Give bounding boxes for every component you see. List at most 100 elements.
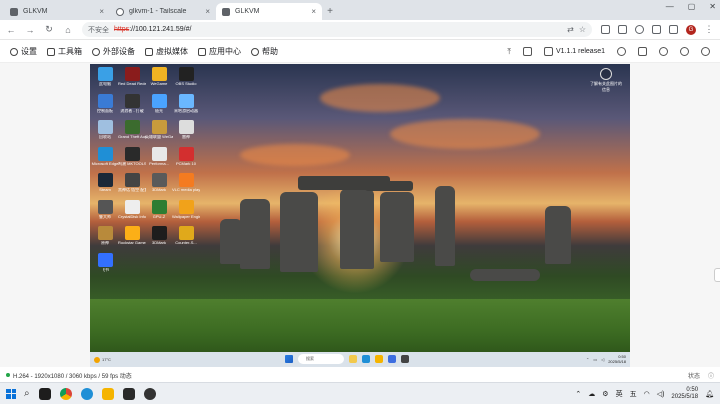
remote-taskbar-app-icon[interactable] [388,355,396,363]
desktop-icon[interactable]: CrystalDisk Info [118,199,146,219]
tray-arrow-icon[interactable]: ⌃ [586,357,589,362]
desktop-icon[interactable]: Performa... [146,146,172,166]
desktop-icon[interactable]: VLC media player [172,173,200,192]
desktop-icon[interactable]: 流浪者 - 打破 [119,93,145,113]
volume-icon[interactable]: ◁ [601,357,604,362]
desktop-icon[interactable]: Steam [92,173,118,192]
search-icon[interactable]: ⌕ [24,388,30,399]
desktop-icon[interactable]: Microsoft Edge [92,146,118,166]
globe-icon[interactable] [680,47,689,56]
menu-settings[interactable]: 设置 [10,46,37,57]
desktop-icon[interactable]: 此电脑 [92,67,118,86]
file-explorer-icon[interactable] [101,387,114,400]
remote-clock[interactable]: 0:50 2025/5/18 [608,354,626,364]
windows-start-icon[interactable] [285,355,293,363]
desktop-icon[interactable]: 黑神话 悟空 配置工具 [118,173,146,192]
remote-taskbar-app-icon[interactable] [401,355,409,363]
settings-icon[interactable]: ⚙ [602,390,608,398]
tab-glkvm-active[interactable]: GLKVM × [216,3,322,20]
desktop-icon[interactable]: 英雄联盟 WeGame版 [145,120,173,139]
close-window-button[interactable]: ✕ [709,2,716,11]
tab-glkvm-1[interactable]: GLKVM × [4,3,110,20]
local-clock[interactable]: 0:50 2025/5/18 [671,387,698,401]
upload-icon[interactable]: ⤒ [507,47,511,57]
bookmark-star-icon[interactable]: ☆ [579,25,586,34]
tab-close-icon[interactable]: × [99,7,104,16]
menu-app-center[interactable]: 应用中心 [198,46,241,57]
sidebar-icon[interactable] [669,25,678,34]
screenshot-icon[interactable] [638,47,647,56]
desktop-icon[interactable]: 3DMark [146,226,172,245]
windows-start-icon[interactable] [6,388,16,399]
desktop-icon[interactable]: 鲁大师 [92,199,118,219]
forward-button[interactable]: → [25,25,35,35]
profile-avatar[interactable]: G [686,24,696,35]
desktop-icon[interactable]: Wallpaper Engine [172,199,200,219]
desktop-icon[interactable]: 3DMark [146,173,172,192]
notification-bell-icon[interactable]: 🔔︎ [705,390,714,398]
learn-about-picture[interactable]: 了解有关此图片的信息 [590,68,622,93]
desktop-icon[interactable]: 雷神 [173,120,199,139]
desktop-icon[interactable]: GPU-Z [146,199,172,219]
file-explorer-icon[interactable] [375,355,383,363]
desktop-icon[interactable]: 回收站 [92,120,118,139]
minimize-button[interactable]: — [666,2,674,11]
tab-close-icon[interactable]: × [311,7,316,16]
cloud-icon[interactable]: ☁ [588,390,595,398]
wifi-icon[interactable]: ◠ [644,390,650,398]
desktop-icon[interactable]: 米哈游启动器 [173,93,199,113]
desktop-icon[interactable]: 控制面板 [92,93,118,113]
menu-toolbox[interactable]: 工具箱 [47,46,82,57]
extension-icon[interactable] [618,25,627,34]
tab-tailscale[interactable]: glkvm-1 - Tailscale × [110,3,216,20]
desktop-icon[interactable]: Counter-S... [173,226,199,245]
maximize-button[interactable]: ▢ [688,2,696,11]
remote-screen[interactable]: 此电脑 Red Dead Redempti... WeGame OBS Studio 控… [90,64,630,367]
extension-icon[interactable] [635,25,644,34]
status-label[interactable]: 状态 [688,371,700,380]
more-menu-icon[interactable]: ⋮ [704,24,714,35]
reload-button[interactable]: ↻ [44,24,54,35]
url-input[interactable]: 不安全 https://100.121.241.59/#/ ⇄ ☆ [82,22,592,37]
extension-icon[interactable] [601,25,610,34]
version-info[interactable]: V1.1.1 release1 [543,47,605,56]
desktop-icon[interactable]: Rockstar Games [118,226,146,245]
edge-icon[interactable] [80,387,93,400]
desktop-icon[interactable]: Grand Theft Auto V 增... [118,120,146,139]
desktop-icon[interactable]: WeGame [146,67,172,86]
volume-icon[interactable]: ◁) [657,390,665,398]
chrome-icon[interactable] [59,387,72,400]
tray-arrow-icon[interactable]: ⌃ [575,390,581,398]
remote-search-box[interactable]: 搜索 [298,354,344,364]
remote-taskbar-app-icon[interactable] [362,355,370,363]
side-panel-toggle[interactable] [714,268,720,282]
desktop-icon[interactable]: Red Dead Redempti... [118,67,146,86]
terminal-icon[interactable] [122,387,135,400]
task-view-icon[interactable] [38,387,51,400]
desktop-icon[interactable]: 飞书 [92,252,118,272]
desktop-icon[interactable]: PCMark 10 [173,146,199,166]
power-icon[interactable] [701,47,710,56]
back-button[interactable]: ← [6,25,16,35]
translate-icon[interactable]: ⇄ [567,25,574,34]
info-icon[interactable]: ⓘ [708,371,714,380]
menu-virtual-media[interactable]: 虚拟媒体 [145,46,188,57]
remote-taskbar-app-icon[interactable] [349,355,357,363]
home-button[interactable]: ⌂ [63,25,73,35]
menu-help[interactable]: 帮助 [251,46,278,57]
not-secure-badge[interactable]: 不安全 [88,25,109,35]
tab-close-icon[interactable]: × [205,7,210,16]
desktop-icon[interactable]: 鸣潮 MKTOOLS [118,146,146,166]
fullscreen-icon[interactable] [522,47,532,56]
network-icon[interactable]: ▭ [593,357,597,362]
desktop-icon[interactable]: 极光 [146,93,172,113]
ime-mode[interactable]: 五 [630,389,637,399]
sync-icon[interactable] [617,47,626,56]
new-tab-button[interactable]: + [322,3,338,20]
app-icon[interactable] [143,387,156,400]
desktop-icon[interactable]: 原神 [92,226,118,245]
desktop-icon[interactable]: OBS Studio [173,67,199,86]
remote-weather[interactable]: 17°C [94,356,111,363]
menu-external-devices[interactable]: 外部设备 [92,46,135,57]
shield-icon[interactable] [659,47,668,56]
